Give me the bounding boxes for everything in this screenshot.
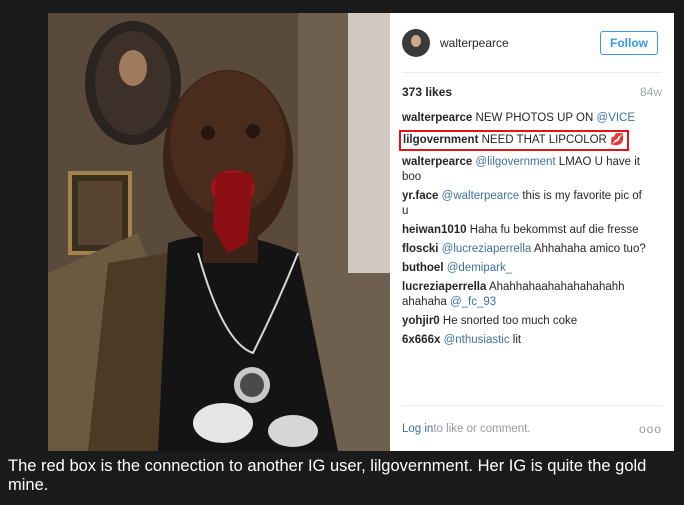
comment-mention[interactable]: @walterpearce	[442, 190, 520, 202]
red-highlight-box: lilgovernment NEED THAT LIPCOLOR 💋	[399, 130, 630, 151]
comment-text: He snorted too much coke	[439, 315, 578, 327]
comment-user[interactable]: yohjir0	[402, 315, 440, 327]
comment: lucreziaperrella Ahahhahaahahahahahahh a…	[402, 280, 662, 310]
comment-text: NEED THAT LIPCOLOR	[478, 134, 611, 146]
comment-user[interactable]: yr.face	[402, 190, 438, 202]
comment-text-after: Ahhahaha amico tuo?	[531, 243, 646, 255]
comment: 6x666x @nthusiastic lit	[402, 333, 662, 348]
post-photo[interactable]	[48, 13, 390, 451]
comment-text: Haha fu bekommst auf die fresse	[466, 224, 639, 236]
login-suffix: to like or comment.	[433, 422, 531, 435]
comment: buthoel @demipark_	[402, 261, 662, 276]
post-sidebar: walterpearce Follow 373 likes 84w walter…	[390, 13, 674, 451]
post-age[interactable]: 84w	[640, 85, 662, 99]
lips-emoji-icon: 💋	[610, 134, 625, 146]
post-footer: Log in to like or comment. ooo	[402, 405, 662, 451]
comment: walterpearce NEW PHOTOS UP ON @VICE	[402, 111, 662, 126]
instagram-post: walterpearce Follow 373 likes 84w walter…	[48, 13, 674, 451]
caption-text: The red box is the connection to another…	[0, 452, 684, 505]
comment-text: NEW PHOTOS UP ON	[472, 112, 597, 124]
comment-user[interactable]: 6x666x	[402, 334, 440, 346]
comment-mention[interactable]: @lucreziaperrella	[442, 243, 532, 255]
photo-image	[48, 13, 390, 451]
comment-mention[interactable]: @nthusiastic	[444, 334, 510, 346]
avatar[interactable]	[402, 28, 430, 57]
post-username[interactable]: walterpearce	[440, 36, 509, 50]
comment-list: walterpearce NEW PHOTOS UP ON @VICE lilg…	[399, 111, 662, 348]
comment-mention[interactable]: @VICE	[597, 112, 636, 124]
comment-user[interactable]: heiwan1010	[402, 224, 467, 236]
comment: heiwan1010 Haha fu bekommst auf die fres…	[402, 223, 662, 238]
comment-mention[interactable]: @demipark_	[447, 262, 512, 274]
comment: yr.face @walterpearce this is my favorit…	[402, 189, 662, 219]
comment-mention[interactable]: @lilgovernment	[476, 156, 556, 168]
follow-button[interactable]: Follow	[600, 30, 658, 55]
comment-user[interactable]: lucreziaperrella	[402, 281, 486, 293]
comment-mention[interactable]: @_fc_93	[450, 296, 496, 308]
comment: yohjir0 He snorted too much coke	[402, 314, 662, 329]
comment: floscki @lucreziaperrella Ahhahaha amico…	[402, 242, 662, 257]
screenshot-frame: walterpearce Follow 373 likes 84w walter…	[0, 0, 684, 452]
post-header: walterpearce Follow	[402, 13, 662, 73]
post-meta: 373 likes 84w	[402, 73, 662, 111]
comment-user[interactable]: buthoel	[402, 262, 444, 274]
comment-user[interactable]: walterpearce	[402, 112, 472, 124]
comment-user[interactable]: walterpearce	[402, 156, 472, 168]
comment: walterpearce @lilgovernment LMAO U have …	[402, 155, 662, 185]
comment-text-after: lit	[509, 334, 522, 346]
comment-user[interactable]: lilgovernment	[403, 134, 478, 146]
likes-count[interactable]: 373 likes	[402, 85, 452, 99]
comment-user[interactable]: floscki	[402, 243, 438, 255]
more-options-icon[interactable]: ooo	[639, 422, 662, 436]
comment-highlighted: lilgovernment NEED THAT LIPCOLOR 💋	[399, 130, 662, 151]
login-link[interactable]: Log in	[402, 423, 433, 435]
